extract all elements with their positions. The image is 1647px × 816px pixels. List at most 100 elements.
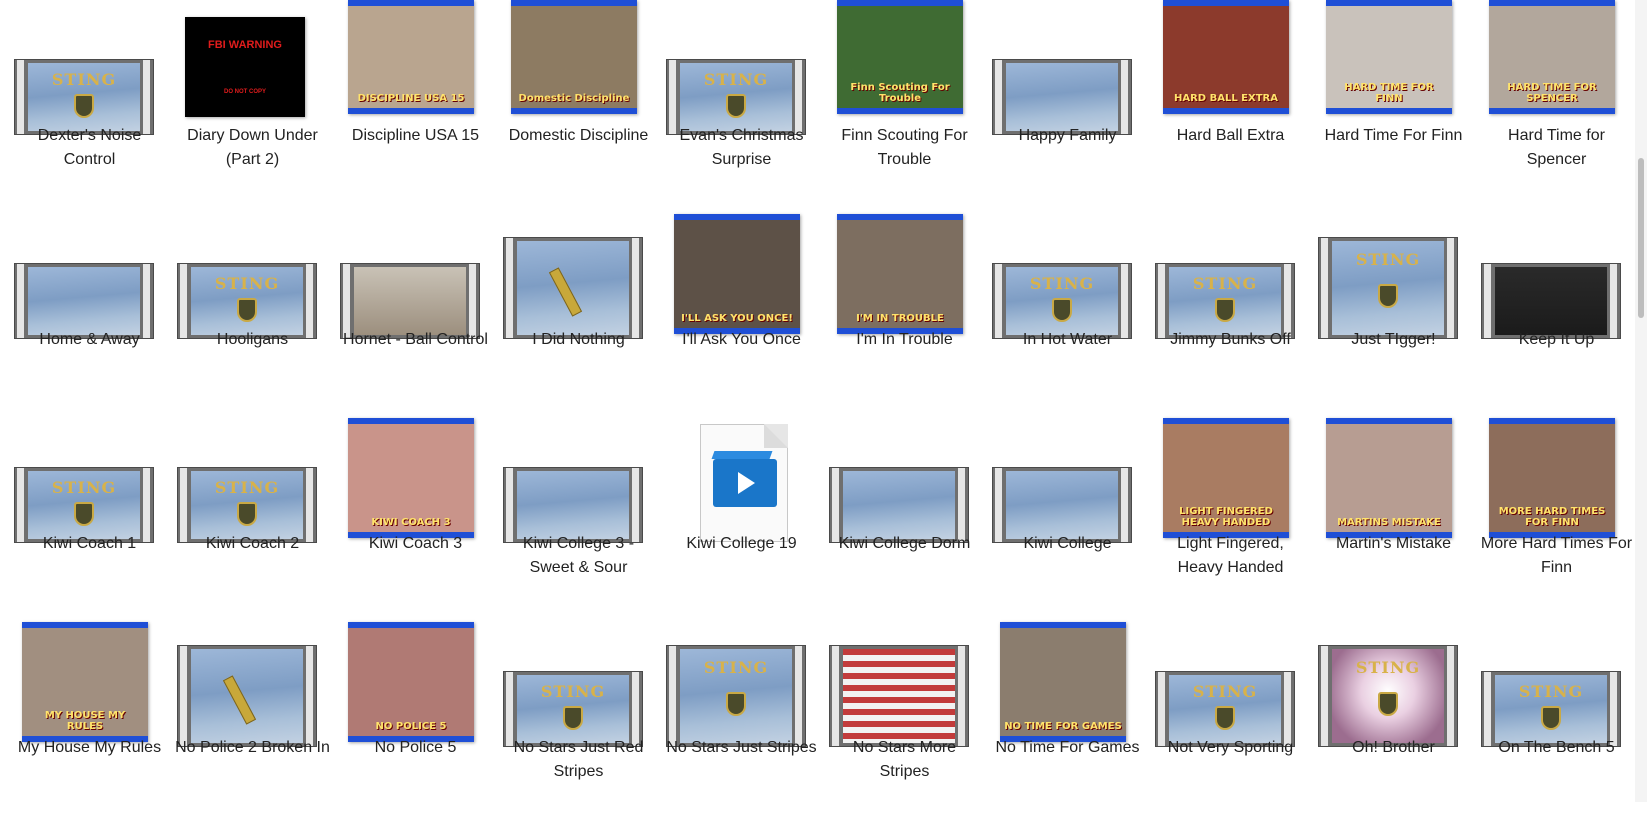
scrollbar-thumb[interactable]	[1638, 158, 1644, 318]
file-item[interactable]: HARD BALL EXTRA Hard Ball Extra	[1149, 0, 1312, 204]
file-thumbnail[interactable]: NO TIME FOR GAMES	[986, 612, 1149, 748]
file-thumbnail[interactable]: I'M IN TROUBLE	[823, 204, 986, 340]
file-item[interactable]: I'M IN TROUBLE I'm In Trouble	[823, 204, 986, 408]
video-frame	[1006, 471, 1118, 539]
file-thumbnail[interactable]: Domestic Discipline	[497, 0, 660, 136]
file-thumbnail[interactable]: STING	[1475, 612, 1638, 748]
poster-caption: KIWI COACH 3	[371, 517, 451, 528]
file-thumbnail[interactable]: MORE HARD TIMES FOR FINN	[1475, 408, 1638, 544]
file-thumbnail[interactable]: KIWI COACH 3	[334, 408, 497, 544]
file-item[interactable]: Domestic Discipline Domestic Discipline	[497, 0, 660, 204]
file-item[interactable]: STING No Stars Just Stripes	[660, 612, 823, 816]
film-perforation	[956, 646, 968, 746]
file-thumbnail[interactable]: STING	[1312, 204, 1475, 340]
file-item[interactable]: STING Kiwi Coach 1	[8, 408, 171, 612]
file-item[interactable]: MY HOUSE MY RULES My House My Rules	[8, 612, 171, 816]
file-thumbnail[interactable]: MARTINS MISTAKE	[1312, 408, 1475, 544]
file-item[interactable]: MARTINS MISTAKE Martin's Mistake	[1312, 408, 1475, 612]
file-item[interactable]: HARD TIME FOR FINN Hard Time For Finn	[1312, 0, 1475, 204]
file-item[interactable]: STING Hooligans	[171, 204, 334, 408]
file-thumbnail[interactable]: MY HOUSE MY RULES	[8, 612, 171, 748]
file-thumbnail[interactable]: STING	[171, 204, 334, 340]
file-item[interactable]: I Did Nothing	[497, 204, 660, 408]
file-thumbnail[interactable]: STING	[1312, 612, 1475, 748]
poster-stripe	[1326, 0, 1452, 6]
file-item[interactable]: STING No Stars Just Red Stripes	[497, 612, 660, 816]
file-thumbnail[interactable]: HARD TIME FOR FINN	[1312, 0, 1475, 136]
file-item[interactable]: No Police 2 Broken In	[171, 612, 334, 816]
vertical-scrollbar[interactable]	[1635, 0, 1647, 802]
file-item[interactable]: STING Jimmy Bunks Off	[1149, 204, 1312, 408]
video-frame: STING	[1332, 241, 1444, 335]
file-item[interactable]: Finn Scouting For Trouble Finn Scouting F…	[823, 0, 986, 204]
file-item[interactable]: Home & Away	[8, 204, 171, 408]
file-thumbnail[interactable]	[334, 204, 497, 340]
file-thumbnail[interactable]: STING	[660, 612, 823, 748]
file-thumbnail[interactable]: HARD TIME FOR SPENCER	[1475, 0, 1638, 136]
file-item[interactable]: I'LL ASK YOU ONCE! I'll Ask You Once	[660, 204, 823, 408]
file-thumbnail[interactable]: STING	[986, 204, 1149, 340]
video-frame: STING	[1006, 267, 1118, 335]
file-thumbnail[interactable]: I'LL ASK YOU ONCE!	[660, 204, 823, 340]
file-item[interactable]: STING Not Very Sporting	[1149, 612, 1312, 816]
file-thumbnail[interactable]	[1475, 204, 1638, 340]
file-thumbnail[interactable]	[497, 204, 660, 340]
file-item[interactable]: STING Just TIgger!	[1312, 204, 1475, 408]
film-perforation	[1608, 264, 1620, 338]
file-thumbnail[interactable]	[660, 408, 823, 544]
film-perforation	[1319, 646, 1331, 746]
file-item[interactable]: STING Dexter's Noise Control	[8, 0, 171, 204]
file-item[interactable]: MORE HARD TIMES FOR FINN More Hard Times …	[1475, 408, 1638, 612]
file-item[interactable]: STING Evan's Christmas Surprise	[660, 0, 823, 204]
file-item[interactable]: STING Kiwi Coach 2	[171, 408, 334, 612]
film-perforation	[1282, 672, 1294, 746]
file-thumbnail[interactable]	[497, 408, 660, 544]
video-filmstrip-icon	[177, 645, 317, 747]
file-item[interactable]: Hornet - Ball Control	[334, 204, 497, 408]
file-item[interactable]: Kiwi College	[986, 408, 1149, 612]
file-thumbnail[interactable]	[8, 204, 171, 340]
file-thumbnail[interactable]: DISCIPLINE USA 15	[334, 0, 497, 136]
file-thumbnail[interactable]: STING	[1149, 612, 1312, 748]
file-name: Martin's Mistake	[1335, 535, 1452, 552]
video-poster-thumbnail: HARD TIME FOR FINN	[1326, 0, 1452, 114]
file-thumbnail[interactable]: STING	[171, 408, 334, 544]
file-item[interactable]: DISCIPLINE USA 15 Discipline USA 15	[334, 0, 497, 204]
file-thumbnail[interactable]: LIGHT FINGERED HEAVY HANDED	[1149, 408, 1312, 544]
file-item[interactable]: HARD TIME FOR SPENCER Hard Time for Spenc…	[1475, 0, 1638, 204]
file-item[interactable]: FBI WARNING DO NOT COPY Diary Down Under (…	[171, 0, 334, 204]
file-item[interactable]: No Stars More Stripes	[823, 612, 986, 816]
file-item[interactable]: STING Oh! Brother	[1312, 612, 1475, 816]
file-item[interactable]: Kiwi College 19	[660, 408, 823, 612]
poster-caption: I'LL ASK YOU ONCE!	[681, 313, 793, 324]
file-thumbnail[interactable]	[171, 612, 334, 748]
file-thumbnail[interactable]: HARD BALL EXTRA	[1149, 0, 1312, 136]
file-thumbnail[interactable]: STING	[660, 0, 823, 136]
file-name: No Stars Just Red Stripes	[513, 739, 644, 780]
file-item[interactable]: Keep It Up	[1475, 204, 1638, 408]
file-item[interactable]: Happy Family	[986, 0, 1149, 204]
file-thumbnail[interactable]	[986, 0, 1149, 136]
file-thumbnail[interactable]: STING	[8, 0, 171, 136]
film-perforation	[141, 60, 153, 134]
file-item[interactable]: Kiwi College Dorm	[823, 408, 986, 612]
file-item[interactable]: STING On The Bench 5	[1475, 612, 1638, 816]
film-perforation	[956, 468, 968, 542]
file-item[interactable]: STING In Hot Water	[986, 204, 1149, 408]
file-thumbnail[interactable]: Finn Scouting For Trouble	[823, 0, 986, 136]
file-item[interactable]: Kiwi College 3 - Sweet & Sour	[497, 408, 660, 612]
file-thumbnail[interactable]: FBI WARNING DO NOT COPY	[171, 0, 334, 136]
file-thumbnail[interactable]	[823, 408, 986, 544]
file-name: Kiwi College Dorm	[838, 535, 971, 552]
film-perforation	[1119, 468, 1131, 542]
file-item[interactable]: NO POLICE 5 No Police 5	[334, 612, 497, 816]
file-item[interactable]: NO TIME FOR GAMES No Time For Games	[986, 612, 1149, 816]
file-item[interactable]: KIWI COACH 3 Kiwi Coach 3	[334, 408, 497, 612]
file-item[interactable]: LIGHT FINGERED HEAVY HANDED Light Fingere…	[1149, 408, 1312, 612]
file-thumbnail[interactable]: STING	[8, 408, 171, 544]
file-thumbnail[interactable]: NO POLICE 5	[334, 612, 497, 748]
file-thumbnail[interactable]	[986, 408, 1149, 544]
file-thumbnail[interactable]: STING	[1149, 204, 1312, 340]
file-thumbnail[interactable]	[823, 612, 986, 748]
file-thumbnail[interactable]: STING	[497, 612, 660, 748]
